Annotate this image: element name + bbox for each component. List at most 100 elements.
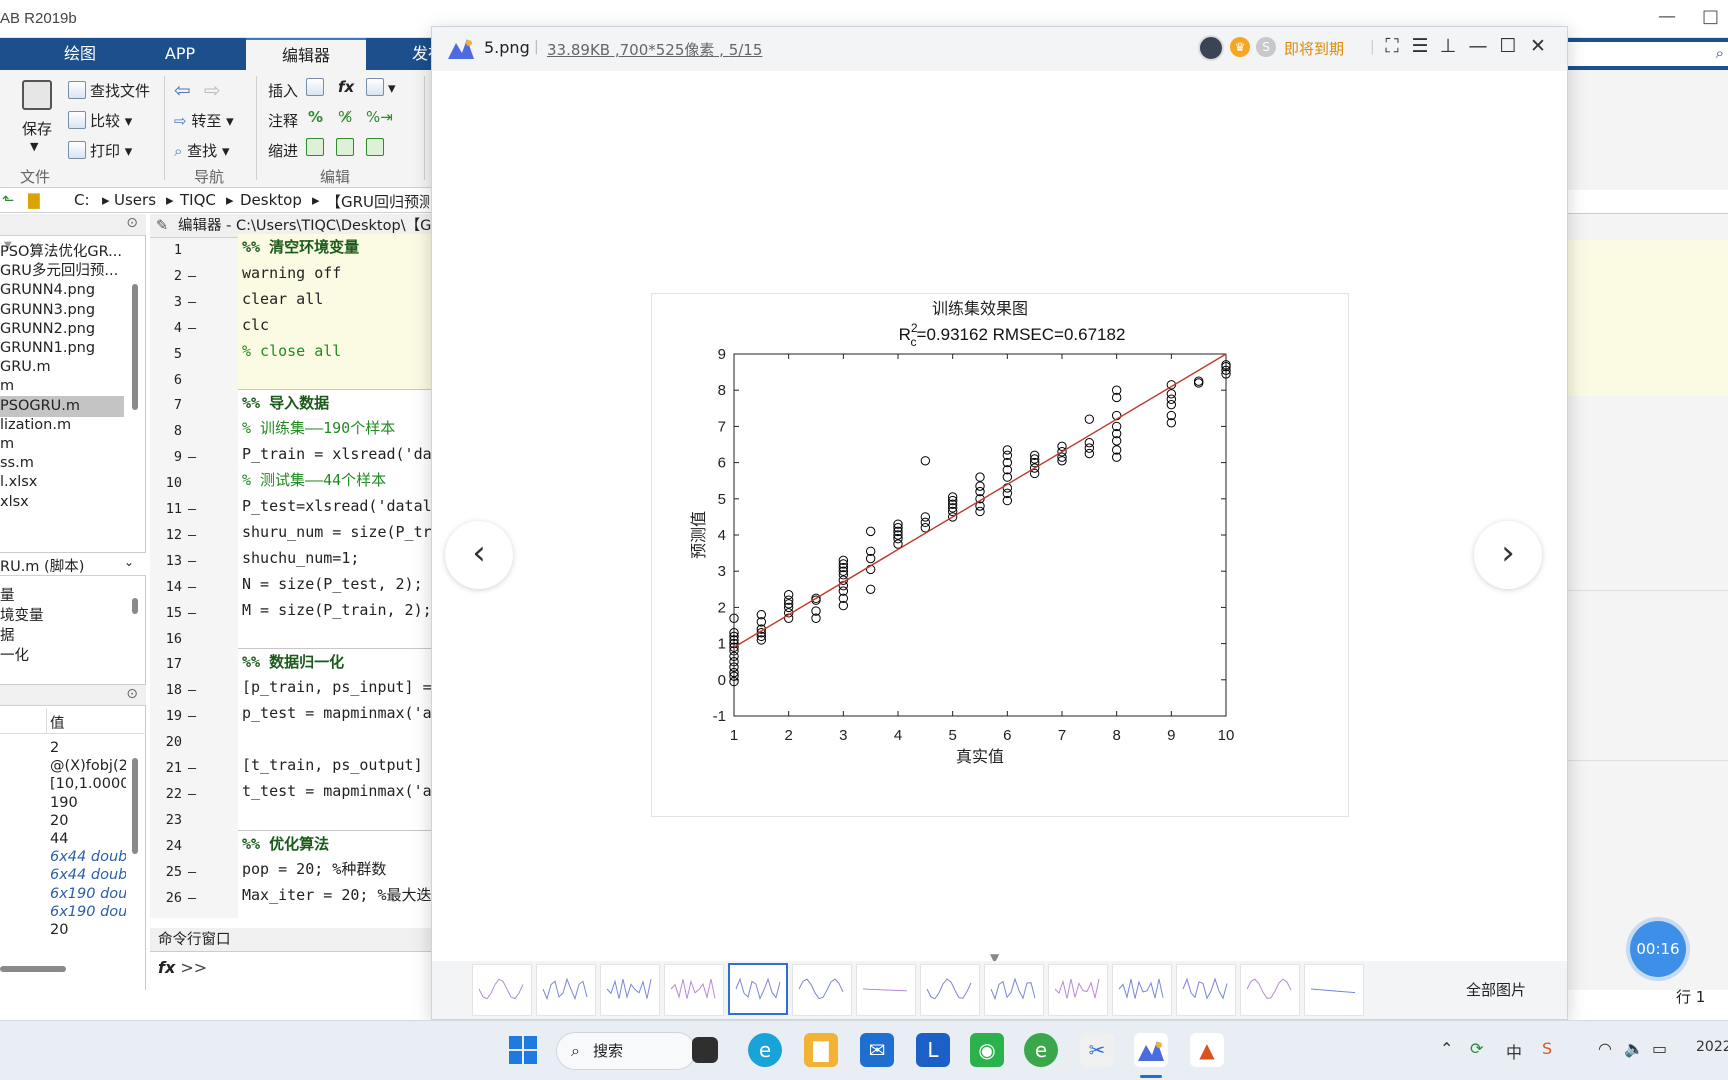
code-line[interactable]: pop = 20; %种群数	[238, 856, 432, 882]
outline-scrollbar[interactable]	[132, 598, 138, 614]
breakpoint-marker[interactable]: —	[188, 527, 196, 543]
edge-icon[interactable]: e	[748, 1033, 782, 1067]
code-line[interactable]: P_train = xlsread('dat	[238, 441, 432, 467]
maximize-icon[interactable]: □	[1702, 6, 1719, 27]
code-line[interactable]: M = size(P_train, 2);	[238, 597, 432, 623]
close-icon[interactable]: ✕	[1526, 35, 1550, 57]
command-prompt[interactable]: >>	[180, 958, 207, 977]
ime-icon[interactable]: 中	[1506, 1039, 1522, 1063]
expire-badge[interactable]: 即将到期	[1284, 38, 1344, 59]
image-viewer-taskbar-icon[interactable]	[1134, 1033, 1168, 1067]
code-line[interactable]: P_test=xlsread('datal	[238, 493, 432, 519]
file-list-item[interactable]: GRUNN3.png	[0, 300, 124, 321]
outline-item[interactable]: 据	[0, 626, 124, 647]
all-images-button[interactable]: 全部图片	[1466, 979, 1526, 1000]
thumbnail[interactable]	[920, 964, 980, 1016]
file-list-item[interactable]: lization.m	[0, 415, 124, 436]
outline-item[interactable]: 一化	[0, 646, 124, 667]
file-list-item[interactable]: l.xlsx	[0, 472, 124, 493]
file-list-item[interactable]: ss.m	[0, 453, 124, 474]
breakpoint-marker[interactable]: —	[188, 320, 196, 336]
breakpoint-marker[interactable]: —	[188, 449, 196, 465]
back-arrow-icon[interactable]: ⇦	[174, 78, 191, 102]
breakpoint-marker[interactable]: —	[188, 605, 196, 621]
file-list-item[interactable]: xlsx	[0, 492, 124, 513]
workspace-value[interactable]: 2	[50, 740, 126, 756]
code-line[interactable]: N = size(P_test, 2);	[238, 571, 432, 597]
command-window[interactable]: 命令行窗口 fx >>	[150, 928, 432, 990]
file-list-item[interactable]: m	[0, 434, 124, 455]
thumbnail[interactable]	[1048, 964, 1108, 1016]
chevron-up-icon[interactable]: ⌃	[1440, 1039, 1453, 1058]
print-button[interactable]: 打印 ▾	[68, 140, 132, 161]
workspace-value[interactable]: 6x44 doub	[50, 849, 126, 865]
wrap-comment-icon[interactable]: %⇥	[366, 108, 393, 126]
sogou-icon[interactable]: S	[1542, 1039, 1552, 1058]
thumbnail[interactable]	[664, 964, 724, 1016]
file-list-item[interactable]: m	[0, 376, 124, 397]
thumbnail[interactable]	[1176, 964, 1236, 1016]
thumbnail[interactable]	[1112, 964, 1172, 1016]
file-list-item[interactable]: GRUNN4.png	[0, 280, 124, 301]
forward-arrow-icon[interactable]: ⇨	[204, 78, 221, 102]
taskbar-search[interactable]: ⌕ 搜索	[556, 1032, 696, 1070]
battery-icon[interactable]: ▭	[1652, 1039, 1667, 1058]
indent-icon[interactable]	[336, 138, 358, 157]
code-line[interactable]	[238, 623, 432, 649]
smart-indent-icon[interactable]	[306, 138, 328, 157]
recording-timer[interactable]: 00:16	[1630, 921, 1686, 977]
menu-icon[interactable]: ☰	[1408, 35, 1432, 57]
thumbnail[interactable]	[984, 964, 1044, 1016]
breakpoint-marker[interactable]: —	[188, 864, 196, 880]
fx-icon[interactable]: fx	[338, 78, 354, 96]
breakpoint-marker[interactable]: —	[188, 579, 196, 595]
code-line[interactable]: %% 数据归一化	[238, 648, 432, 674]
maximize-icon[interactable]: ☐	[1496, 35, 1520, 57]
save-button[interactable]: 保存	[22, 118, 52, 139]
code-line[interactable]: [p_train, ps_input] =	[238, 674, 432, 700]
code-line[interactable]	[238, 726, 432, 752]
file-list-item[interactable]: GRU.m	[0, 357, 124, 378]
avatar[interactable]	[1198, 35, 1224, 61]
file-list-item[interactable]: GRU多元回归预...	[0, 261, 124, 282]
code-line[interactable]: Max_iter = 20; %最大迭	[238, 882, 432, 908]
tab-apps[interactable]: APP	[140, 38, 220, 70]
find-file-button[interactable]: 查找文件	[68, 80, 150, 101]
thumbnail[interactable]	[1240, 964, 1300, 1016]
horizontal-scrollbar[interactable]	[0, 966, 66, 972]
code-line[interactable]: warning off	[238, 259, 432, 286]
fullscreen-icon[interactable]: ⛶	[1380, 35, 1404, 57]
code-line[interactable]: t_test = mapminmax('ap	[238, 778, 432, 804]
file-list-scrollbar[interactable]	[132, 284, 138, 410]
code-line[interactable]: p_test = mapminmax('ap	[238, 700, 432, 726]
thumbnail[interactable]	[728, 963, 788, 1015]
thumbnail[interactable]	[600, 964, 660, 1016]
svip-icon[interactable]: S	[1256, 37, 1276, 57]
viewer-file-info[interactable]: 33.89KB ,700*525像素 , 5/15	[547, 39, 762, 60]
thumbnail[interactable]	[536, 964, 596, 1016]
file-explorer-icon[interactable]: ▇	[804, 1033, 838, 1067]
workspace-value[interactable]: 44	[50, 831, 126, 847]
breakpoint-marker[interactable]: —	[188, 268, 196, 284]
breakpoint-marker[interactable]: —	[188, 890, 196, 906]
mail-icon[interactable]: ✉	[860, 1033, 894, 1067]
breakpoint-marker[interactable]: —	[188, 786, 196, 802]
breakpoint-marker[interactable]: —	[188, 501, 196, 517]
breadcrumb-user[interactable]: TIQC	[180, 191, 216, 209]
wechat-icon[interactable]: ◉	[970, 1033, 1004, 1067]
breakpoint-marker[interactable]: —	[188, 708, 196, 724]
breakpoint-marker[interactable]: —	[188, 553, 196, 569]
tab-editor[interactable]: 编辑器	[246, 38, 366, 70]
save-icon[interactable]	[22, 80, 52, 110]
outline-item[interactable]: 量	[0, 586, 124, 607]
task-view-icon[interactable]	[692, 1037, 718, 1063]
breakpoint-marker[interactable]: —	[188, 682, 196, 698]
find-button[interactable]: ⌕ 查找 ▾	[174, 140, 230, 161]
insert-section-icon[interactable]	[306, 78, 328, 97]
thumbnail[interactable]	[472, 964, 532, 1016]
code-line[interactable]: clc	[238, 311, 432, 338]
breakpoint-marker[interactable]: —	[188, 760, 196, 776]
code-line[interactable]	[238, 363, 432, 390]
sync-icon[interactable]: ⟳	[1470, 1039, 1483, 1058]
workspace-value[interactable]: @(X)fobj(2	[50, 758, 126, 774]
